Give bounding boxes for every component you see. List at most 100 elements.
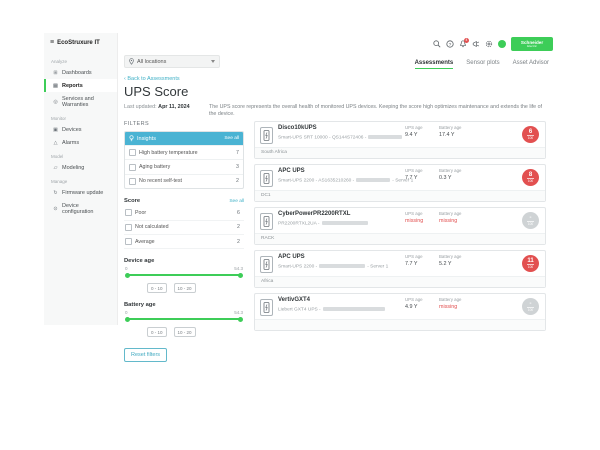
tab-assessments[interactable]: Assessments bbox=[415, 60, 454, 69]
checkbox[interactable] bbox=[125, 224, 132, 231]
sidebar-item-label: Alarms bbox=[62, 140, 79, 146]
user-avatar[interactable] bbox=[498, 40, 506, 48]
sidebar-item-devices[interactable]: ▣ Devices bbox=[44, 123, 117, 136]
device-card[interactable]: APC UPS Smart-UPS 2200 -- Server 1 UPS a… bbox=[254, 250, 546, 288]
tab-bar: Assessments Sensor plots Asset Advisor bbox=[415, 60, 549, 69]
ups-age-column: UPS age 9.4 Y bbox=[405, 125, 423, 138]
filter-score-poor[interactable]: Poor 6 bbox=[124, 206, 244, 220]
help-icon[interactable]: ? bbox=[446, 40, 454, 48]
search-icon[interactable] bbox=[433, 40, 441, 48]
battery-age-value: 5.2 Y bbox=[439, 261, 461, 267]
modeling-icon: ▱ bbox=[52, 165, 59, 171]
sidebar-item-label: Modeling bbox=[62, 165, 84, 171]
device-age-range-to-input[interactable]: 10 - 20 bbox=[174, 283, 196, 293]
device-location: RACK bbox=[255, 233, 545, 244]
device-name: Disco10kUPS bbox=[278, 125, 317, 131]
sidebar: ≡ EcoStruxure IT Analyze ⊞ Dashboards ▤ … bbox=[44, 33, 118, 325]
lightbulb-icon bbox=[129, 135, 134, 142]
slider-handle-max[interactable] bbox=[238, 273, 243, 278]
slider-handle-min[interactable] bbox=[125, 273, 130, 278]
back-to-assessments-link[interactable]: ‹ Back to Assessments bbox=[124, 76, 180, 82]
sidebar-section-manage: Manage bbox=[44, 174, 117, 186]
ups-device-icon bbox=[260, 256, 273, 273]
alarms-icon: △ bbox=[52, 140, 59, 146]
location-selector[interactable]: All locations bbox=[124, 55, 220, 68]
ups-age-value: 7.7 Y bbox=[405, 261, 423, 267]
device-model: Smart-UPS 2200 -- Server 1 bbox=[278, 264, 388, 269]
ups-age-value: 4.9 Y bbox=[405, 304, 423, 310]
notifications-bell-icon[interactable]: 4 bbox=[459, 40, 467, 48]
filter-count: 6 bbox=[237, 210, 240, 216]
settings-gear-icon[interactable] bbox=[485, 40, 493, 48]
battery-age-value: missing bbox=[439, 304, 461, 310]
score-badge: 6 100 bbox=[522, 126, 539, 143]
device-model: Smart-UPS 2200 - AS1635210260 -- Server … bbox=[278, 178, 413, 183]
menu-icon[interactable]: ≡ bbox=[50, 39, 54, 46]
device-card[interactable]: CyberPowerPR2200RTXL PR2200RTXL2UA - UPS… bbox=[254, 207, 546, 245]
tab-sensor-plots[interactable]: Sensor plots bbox=[466, 60, 499, 69]
ups-device-icon bbox=[260, 299, 273, 316]
battery-age-column: Battery age 0.3 Y bbox=[439, 168, 461, 181]
device-name: CyberPowerPR2200RTXL bbox=[278, 211, 350, 217]
sidebar-item-device-configuration[interactable]: ⊙ Device configuration bbox=[44, 199, 117, 218]
device-age-slider[interactable] bbox=[127, 274, 241, 276]
checkbox[interactable] bbox=[129, 164, 136, 171]
battery-age-value: 0.3 Y bbox=[439, 175, 461, 181]
sidebar-item-alarms[interactable]: △ Alarms bbox=[44, 136, 117, 149]
battery-age-range-to-input[interactable]: 10 - 20 bbox=[174, 327, 196, 337]
filter-aging-battery[interactable]: Aging battery 3 bbox=[125, 159, 243, 173]
filter-count: 7 bbox=[236, 150, 239, 156]
checkbox[interactable] bbox=[125, 238, 132, 245]
checkbox[interactable] bbox=[125, 209, 132, 216]
redacted-text bbox=[319, 264, 365, 268]
topbar: ? 4 Schneider Electric bbox=[433, 37, 553, 51]
firmware-update-icon: ↻ bbox=[52, 190, 59, 196]
battery-age-slider[interactable] bbox=[127, 318, 241, 320]
chevron-down-icon bbox=[211, 60, 215, 63]
ups-age-value: 9.4 Y bbox=[405, 132, 423, 138]
device-list: Disco10kUPS Smart-UPS SRT 10000 - QS144S… bbox=[254, 121, 546, 336]
device-name: APC UPS bbox=[278, 254, 305, 260]
announcements-icon[interactable] bbox=[472, 40, 480, 48]
svg-text:?: ? bbox=[449, 42, 452, 48]
main-content: ? 4 Schneider Electric All locations bbox=[118, 33, 557, 325]
slider-handle-max[interactable] bbox=[238, 317, 243, 322]
checkbox[interactable] bbox=[129, 178, 136, 185]
filter-high-battery-temperature[interactable]: High battery temperature 7 bbox=[125, 145, 243, 159]
battery-age-column: Battery age 17.4 Y bbox=[439, 125, 461, 138]
schneider-electric-logo[interactable]: Schneider Electric bbox=[511, 37, 553, 51]
app-window: ≡ EcoStruxure IT Analyze ⊞ Dashboards ▤ … bbox=[44, 33, 557, 325]
filter-score-not-calculated[interactable]: Not calculated 2 bbox=[124, 221, 244, 235]
filter-score-average[interactable]: Average 2 bbox=[124, 235, 244, 249]
battery-age-range-from-input[interactable]: 0 - 10 bbox=[147, 327, 167, 337]
sidebar-item-modeling[interactable]: ▱ Modeling bbox=[44, 161, 117, 174]
slider-handle-min[interactable] bbox=[125, 317, 130, 322]
redacted-text bbox=[323, 307, 385, 311]
filter-no-recent-self-test[interactable]: No recent self-test 2 bbox=[125, 174, 243, 188]
score-header: Score See all bbox=[124, 198, 244, 204]
sidebar-section-monitor: Monitor bbox=[44, 111, 117, 123]
sidebar-item-reports[interactable]: ▤ Reports bbox=[44, 79, 117, 92]
reset-filters-button[interactable]: Reset filters bbox=[124, 348, 167, 362]
device-card[interactable]: Disco10kUPS Smart-UPS SRT 10000 - QS144S… bbox=[254, 121, 546, 159]
insights-filter-card: Insights See all High battery temperatur… bbox=[124, 131, 244, 189]
device-age-range-from-input[interactable]: 0 - 10 bbox=[147, 283, 167, 293]
sidebar-item-firmware-update[interactable]: ↻ Firmware update bbox=[44, 186, 117, 199]
insights-title: Insights bbox=[137, 136, 156, 142]
sidebar-item-services-warranties[interactable]: ◎ Services and Warranties bbox=[44, 92, 117, 111]
score-see-all-link[interactable]: See all bbox=[229, 199, 244, 204]
device-model: Smart-UPS SRT 10000 - QS144S72406 - bbox=[278, 135, 404, 140]
tab-asset-advisor[interactable]: Asset Advisor bbox=[513, 60, 549, 69]
device-card[interactable]: VertivGXT4 Liebert GXT4 UPS - UPS age 4.… bbox=[254, 293, 546, 331]
device-name: APC UPS bbox=[278, 168, 305, 174]
insights-see-all-link[interactable]: See all bbox=[224, 136, 239, 141]
sidebar-item-label: Services and Warranties bbox=[62, 96, 111, 108]
filters-panel: FILTERS Insights See all High battery te… bbox=[124, 121, 244, 362]
app-logo: EcoStruxure IT bbox=[57, 40, 100, 46]
device-card[interactable]: APC UPS Smart-UPS 2200 - AS1635210260 --… bbox=[254, 164, 546, 202]
device-location: Africa bbox=[255, 276, 545, 287]
sidebar-item-dashboards[interactable]: ⊞ Dashboards bbox=[44, 66, 117, 79]
battery-age-filter: Battery age 0 54.3 0 - 10 10 - 20 bbox=[124, 302, 244, 337]
checkbox[interactable] bbox=[129, 149, 136, 156]
battery-age-column: Battery age 5.2 Y bbox=[439, 254, 461, 267]
